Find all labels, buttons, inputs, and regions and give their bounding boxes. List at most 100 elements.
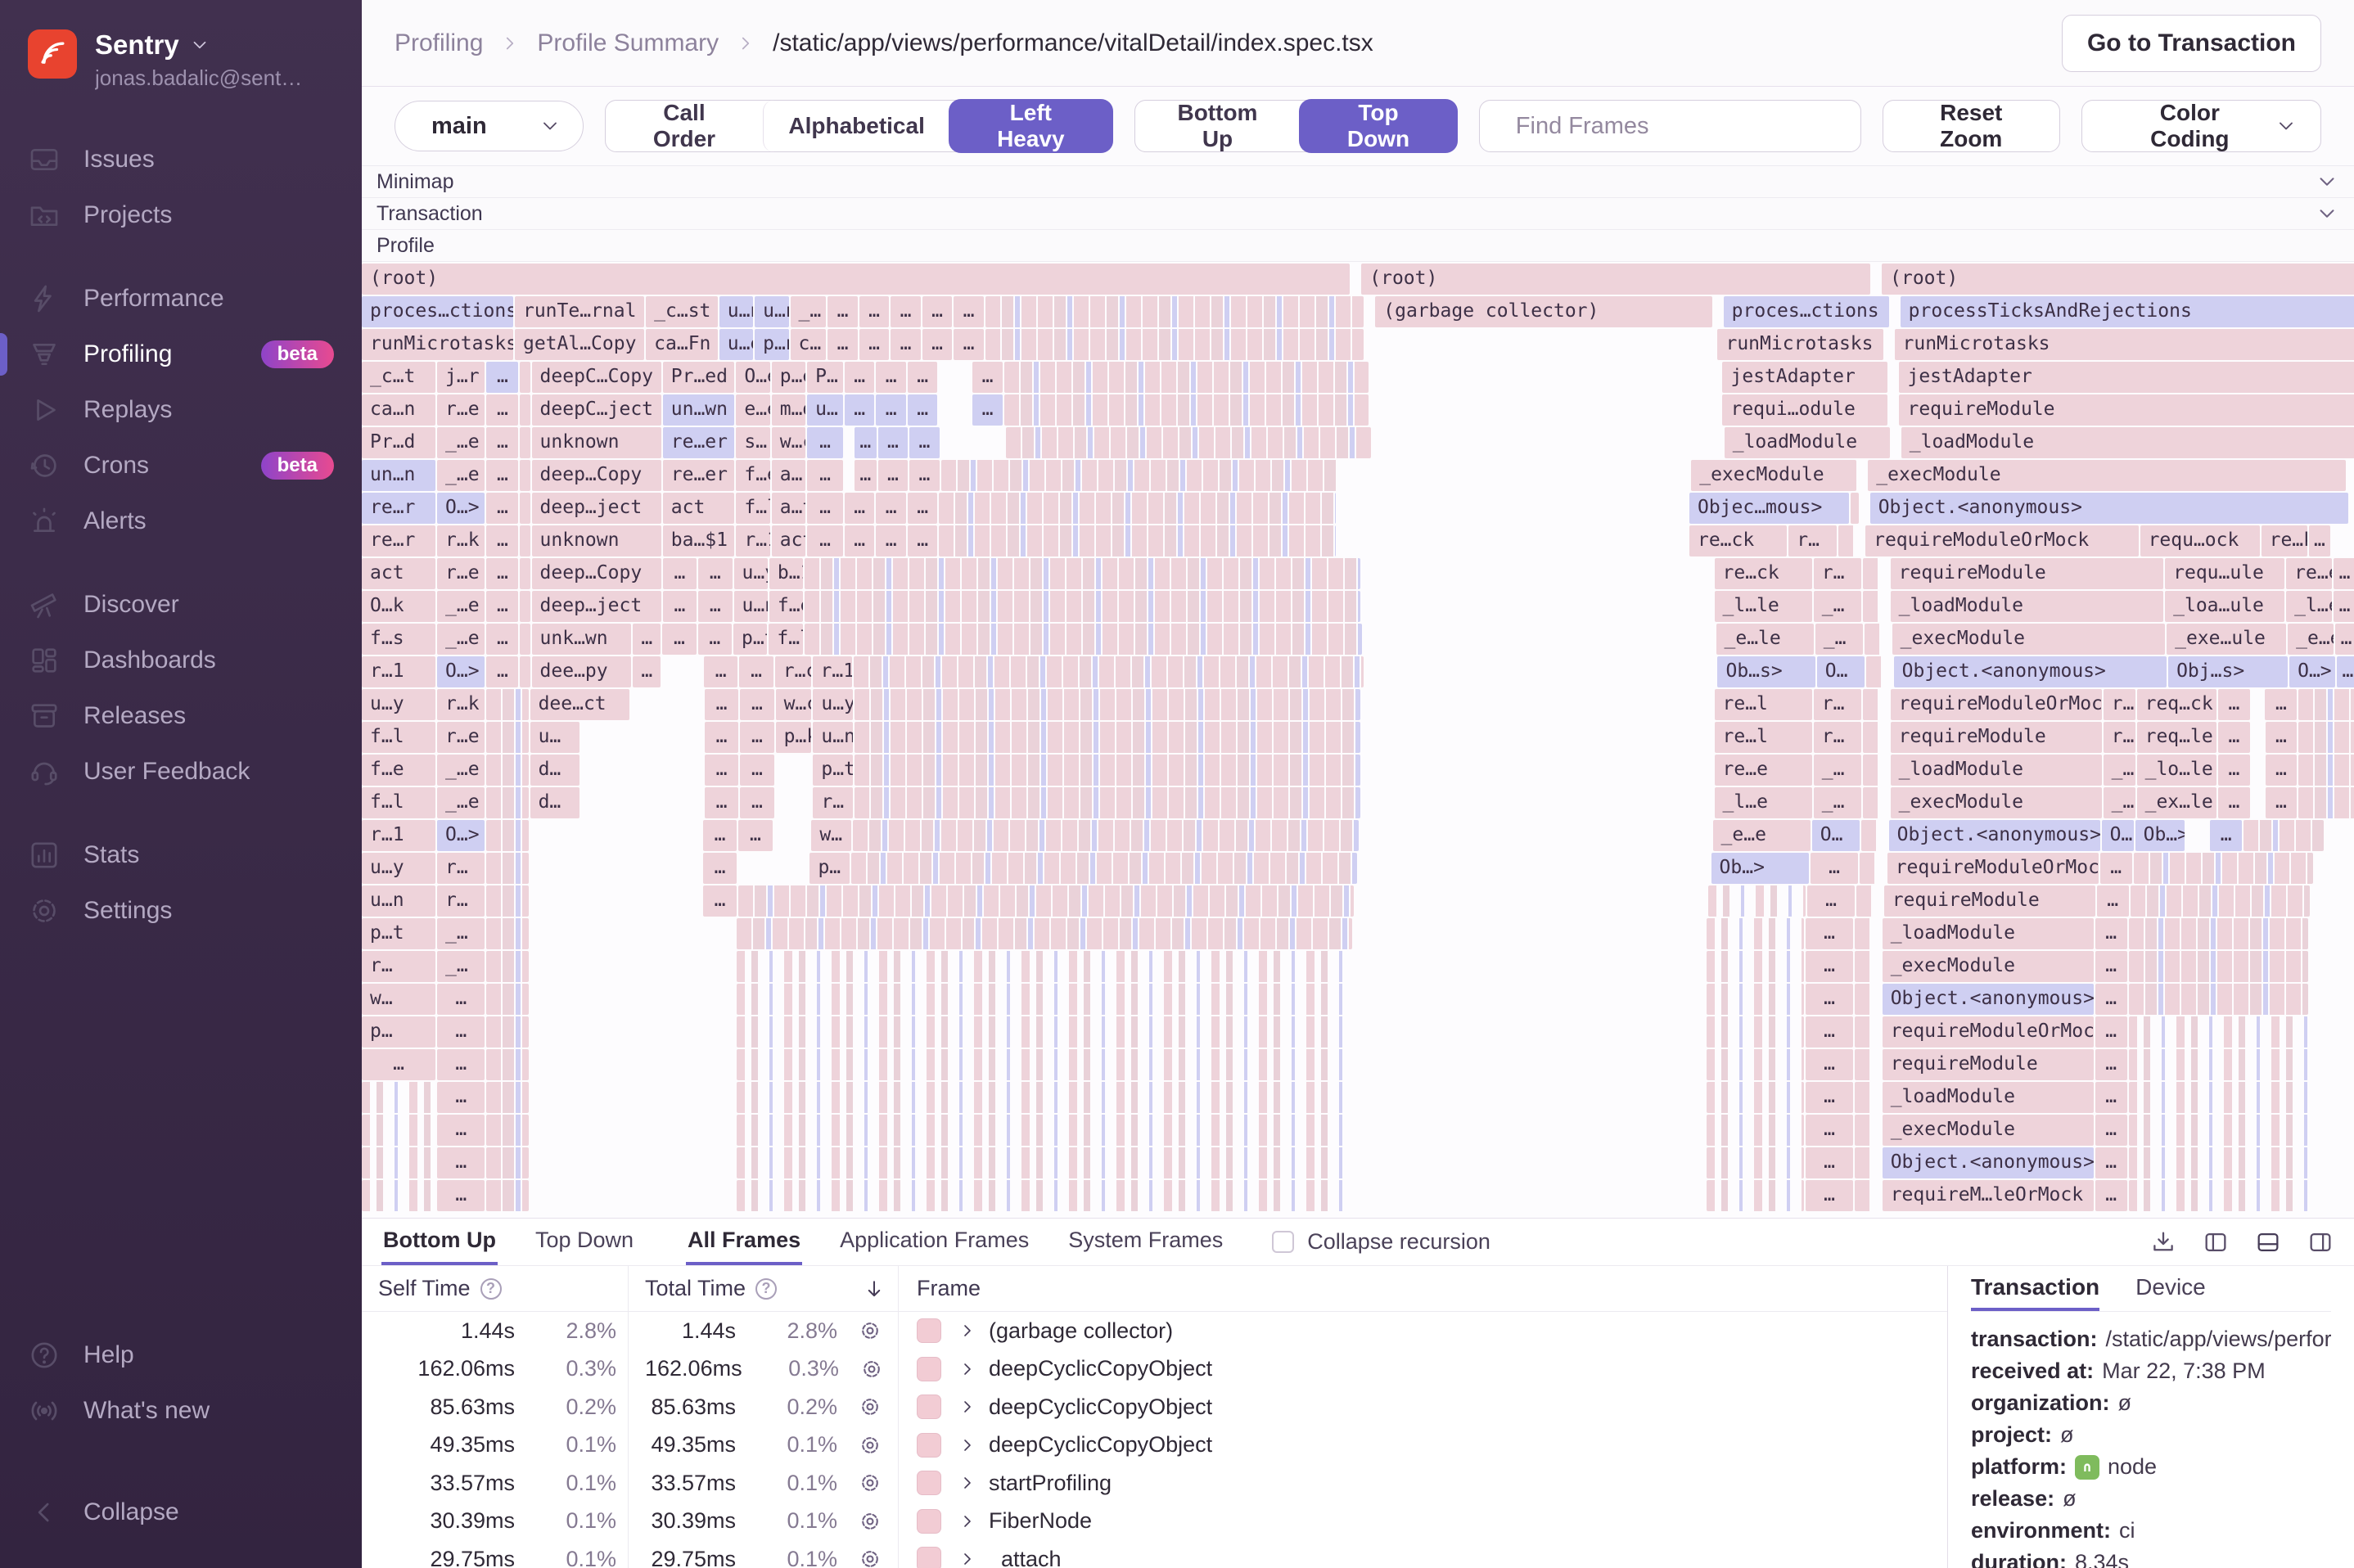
flame-frame[interactable]: … [859, 329, 890, 360]
flame-frame[interactable]: requireModuleOrMock [1890, 689, 2102, 720]
flame-frame[interactable]: O…> [437, 656, 485, 687]
flame-frame[interactable]: … [437, 1115, 485, 1146]
flame-frame[interactable]: re…ck [1714, 558, 1812, 589]
flame-frame[interactable]: w… [811, 820, 852, 851]
flame-frame[interactable]: … [972, 362, 1003, 393]
flame-frame[interactable]: … [2096, 885, 2129, 917]
flame-frame[interactable]: … [854, 427, 877, 458]
flame-frame[interactable]: … [2095, 951, 2127, 982]
flame-frame[interactable]: … [740, 755, 774, 786]
flame-frame[interactable]: … [2095, 984, 2127, 1015]
flame-frame[interactable]: Ob…s> [1717, 656, 1815, 687]
sidebar-item-help[interactable]: Help [0, 1327, 362, 1383]
flame-frame[interactable]: P… [807, 362, 843, 393]
flame-frame[interactable]: … [2217, 787, 2250, 818]
flame-frame[interactable]: requireModule [1883, 885, 2095, 917]
flame-frame[interactable]: unk…wn [531, 624, 632, 655]
flame-frame[interactable]: … [909, 427, 940, 458]
flame-frame[interactable]: d… [530, 755, 580, 786]
flame-frame[interactable]: Pr…d [362, 427, 436, 458]
flame-frame[interactable]: c… [790, 329, 827, 360]
sidebar-item-replays[interactable]: Replays [0, 382, 362, 438]
flame-frame[interactable]: Ob…> [2135, 820, 2185, 851]
flame-frame[interactable]: _e…le [1716, 624, 1814, 655]
flame-frame[interactable]: O…> [2289, 656, 2336, 687]
flame-frame[interactable]: m…d [771, 394, 806, 426]
flame-frame[interactable]: … [844, 525, 875, 556]
sidebar-item-what-s-new[interactable]: What's new [0, 1383, 362, 1439]
flame-frame[interactable]: … [2217, 755, 2250, 786]
flame-frame[interactable]: … [844, 362, 875, 393]
flame-frame[interactable]: p…n [755, 329, 789, 360]
flame-frame[interactable]: act [771, 525, 806, 556]
frame-settings-gear-icon[interactable] [857, 1546, 886, 1568]
flame-frame[interactable]: … [1805, 1180, 1854, 1211]
expand-chevron-icon[interactable] [958, 1359, 977, 1379]
flame-frame[interactable]: O… [1816, 656, 1865, 687]
sidebar-item-projects[interactable]: Projects [0, 187, 362, 243]
flame-frame[interactable]: Objec…mous> [1689, 493, 1849, 524]
flame-frame[interactable]: r…c [774, 656, 811, 687]
flame-frame[interactable]: O…e [736, 362, 770, 393]
flame-frame[interactable]: … [2334, 558, 2354, 589]
expand-chevron-icon[interactable] [958, 1397, 977, 1417]
sidebar-item-dashboards[interactable]: Dashboards [0, 633, 362, 688]
table-row[interactable]: 85.63ms 0.2% 85.63ms 0.2% deepCyclicCopyObje… [362, 1388, 1947, 1426]
self-time-header[interactable]: Self Time ? [362, 1266, 629, 1311]
flame-frame[interactable]: … [698, 558, 733, 589]
flame-frame[interactable]: … [807, 460, 843, 491]
flame-frame[interactable]: … [807, 427, 843, 458]
flame-frame[interactable]: ca…n [362, 394, 436, 426]
flame-frame[interactable]: r…1 [736, 525, 770, 556]
flame-frame[interactable]: unknown [531, 525, 661, 556]
flame-frame[interactable]: _… [1815, 624, 1864, 655]
flame-frame[interactable]: u…n [362, 885, 436, 917]
flame-frame[interactable]: re…er [662, 460, 735, 491]
flame-frame[interactable]: … [698, 591, 733, 622]
section-header-transaction[interactable]: Transaction [362, 198, 2354, 230]
flame-frame[interactable]: r… [2103, 722, 2135, 753]
flame-frame[interactable]: Object.<anonymous> [1882, 984, 2094, 1015]
flame-frame[interactable]: r…e [437, 394, 485, 426]
flame-frame[interactable]: … [2217, 722, 2250, 753]
flame-frame[interactable]: req…le [2136, 722, 2216, 753]
flame-frame[interactable]: _… [1813, 591, 1862, 622]
thread-selector[interactable]: main [395, 101, 584, 151]
flame-frame[interactable]: … [740, 787, 774, 818]
flame-frame[interactable]: … [2095, 918, 2127, 949]
flame-frame[interactable]: … [704, 755, 739, 786]
flame-frame[interactable]: … [2265, 722, 2298, 753]
flame-frame[interactable]: a…r [771, 460, 806, 491]
flame-frame[interactable]: … [486, 460, 519, 491]
flame-frame[interactable]: … [437, 984, 485, 1015]
flame-frame[interactable]: _loadModule [1882, 1082, 2094, 1113]
sidebar-item-alerts[interactable]: Alerts [0, 493, 362, 549]
flame-frame[interactable]: … [703, 656, 738, 687]
flame-frame[interactable]: _l…le [1714, 591, 1812, 622]
flame-frame[interactable]: … [1805, 984, 1854, 1015]
table-row[interactable]: 30.39ms 0.1% 30.39ms 0.1% FiberNode [362, 1502, 1947, 1540]
flame-frame[interactable]: requireModuleOrMock [1865, 525, 2139, 556]
flame-frame[interactable]: … [2095, 1049, 2127, 1080]
flame-frame[interactable]: e…e [736, 394, 770, 426]
flame-frame[interactable]: … [2099, 853, 2132, 884]
flame-frame[interactable]: … [1805, 1016, 1854, 1048]
tab-top-down[interactable]: Top Down [534, 1219, 635, 1265]
flame-frame[interactable]: … [2265, 787, 2298, 818]
flame-frame[interactable]: … [909, 460, 940, 491]
flame-frame[interactable]: u…e [719, 329, 754, 360]
flame-frame[interactable]: _execModule [1890, 787, 2102, 818]
flame-frame[interactable]: … [876, 525, 906, 556]
flame-frame[interactable]: … [740, 722, 774, 753]
flame-frame[interactable]: w…c [775, 689, 812, 720]
flame-frame[interactable]: requ…ule [2165, 558, 2285, 589]
flame-frame[interactable]: requ…ock [2140, 525, 2260, 556]
flame-frame[interactable]: requireM…leOrMock [1882, 1180, 2094, 1211]
flame-frame[interactable]: … [437, 1082, 485, 1113]
flame-frame[interactable]: deep…ject [531, 493, 661, 524]
flame-frame[interactable]: r… [362, 951, 436, 982]
flame-frame[interactable]: … [486, 493, 519, 524]
flame-frame[interactable]: _c…t [362, 362, 436, 393]
flame-frame[interactable]: … [362, 1049, 436, 1080]
find-frames-search[interactable] [1478, 100, 1861, 152]
